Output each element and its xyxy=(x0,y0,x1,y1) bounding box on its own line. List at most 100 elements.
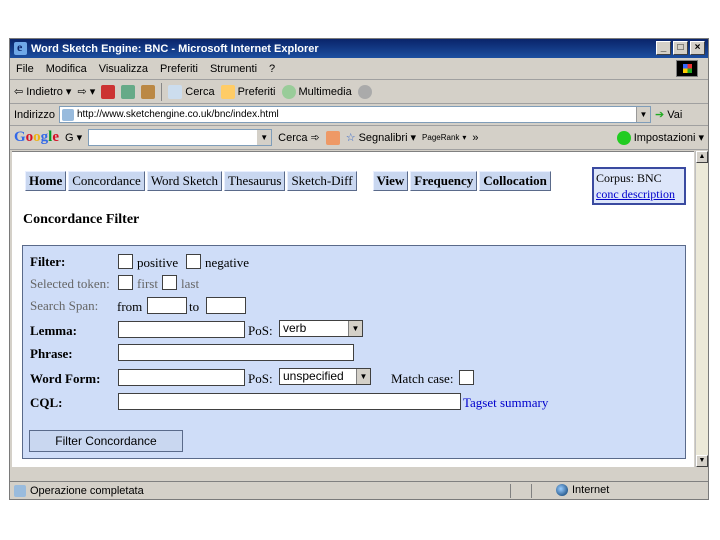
conc-description-link[interactable]: conc description xyxy=(596,186,682,202)
settings-button[interactable]: Impostazioni ▾ xyxy=(616,130,704,145)
windows-logo-icon xyxy=(676,60,698,77)
home-icon[interactable] xyxy=(141,84,156,99)
status-dividers xyxy=(510,484,532,498)
multimedia-icon xyxy=(281,84,296,99)
address-label: Indirizzo xyxy=(14,108,55,121)
wordform-pos-select[interactable]: unspecified ▼ xyxy=(279,368,371,385)
filter-label: Filter: xyxy=(30,254,66,269)
cql-label: CQL: xyxy=(30,395,63,410)
negative-radio[interactable] xyxy=(186,254,201,269)
nav-concordance[interactable]: Concordance xyxy=(68,171,145,191)
google-search-button[interactable]: Cerca ➾ xyxy=(278,131,320,145)
back-button[interactable]: ⇦ Indietro ▾ xyxy=(14,85,71,99)
nav-thesaurus[interactable]: Thesaurus xyxy=(224,171,286,191)
match-case-checkbox[interactable] xyxy=(459,370,474,385)
lemma-pos-label: PoS: xyxy=(248,323,273,338)
menu-bar: File Modifica Visualizza Preferiti Strum… xyxy=(10,58,708,80)
address-bar: Indirizzo http://www.sketchengine.co.uk/… xyxy=(10,104,708,126)
tagset-summary-link[interactable]: Tagset summary xyxy=(463,395,548,411)
ie-icon xyxy=(14,40,27,55)
menu-file[interactable]: File xyxy=(16,63,34,75)
scroll-up-icon[interactable]: ▲ xyxy=(696,151,708,163)
corpus-label: Corpus: BNC xyxy=(596,171,662,185)
vertical-scrollbar[interactable]: ▲ ▼ xyxy=(695,151,708,467)
positive-radio[interactable] xyxy=(118,254,133,269)
chevron-down-icon: ▼ xyxy=(356,369,370,384)
address-url: http://www.sketchengine.co.uk/bnc/index.… xyxy=(76,109,279,120)
nav-collocation[interactable]: Collocation xyxy=(479,171,551,191)
status-text: Operazione completata xyxy=(30,485,144,497)
go-arrow-icon: ➔ xyxy=(654,109,665,121)
status-bar: Operazione completata Internet xyxy=(10,481,708,500)
back-arrow-icon: ⇦ xyxy=(14,86,24,98)
popup-blocker-icon[interactable] xyxy=(325,130,340,145)
span-to-input[interactable] xyxy=(206,297,246,314)
settings-icon xyxy=(616,130,631,145)
google-search-dropdown-icon[interactable]: ▼ xyxy=(257,130,272,145)
pagerank-indicator: PageRank ▾ xyxy=(422,133,467,142)
google-logo: Google xyxy=(14,129,60,145)
page-title: Concordance Filter xyxy=(23,212,140,227)
forward-button[interactable]: ⇨ ▾ xyxy=(77,85,95,98)
first-label: first xyxy=(137,276,158,291)
to-label: to xyxy=(189,299,200,314)
negative-label: negative xyxy=(205,255,250,270)
security-zone: Internet xyxy=(556,484,609,496)
maximize-button[interactable]: □ xyxy=(673,41,688,55)
lemma-label: Lemma: xyxy=(30,323,77,338)
address-dropdown-icon[interactable]: ▼ xyxy=(635,107,650,122)
nav-view[interactable]: View xyxy=(372,171,409,191)
first-radio[interactable] xyxy=(118,275,133,290)
phrase-label: Phrase: xyxy=(30,346,73,361)
favorites-button[interactable]: Preferiti xyxy=(220,84,276,99)
favorites-icon xyxy=(220,84,235,99)
google-toolbar: Google G ▾ ▼ Cerca ➾ ☆ Segnalibri ▾ Page… xyxy=(10,126,708,150)
from-label: from xyxy=(117,299,143,314)
span-from-input[interactable] xyxy=(147,297,187,314)
stop-icon[interactable] xyxy=(101,84,116,99)
google-search-input[interactable]: ▼ xyxy=(88,129,273,146)
nav-home[interactable]: Home xyxy=(25,171,67,191)
history-icon[interactable] xyxy=(357,84,372,99)
more-chevron-icon[interactable]: » xyxy=(472,132,478,144)
close-button[interactable]: × xyxy=(690,41,705,55)
wordform-input[interactable] xyxy=(118,369,245,386)
main-nav: Home Concordance Word Sketch Thesaurus S… xyxy=(25,171,553,191)
search-span-label: Search Span: xyxy=(30,298,99,313)
google-menu-button[interactable]: G ▾ xyxy=(65,131,82,144)
menu-help[interactable]: ? xyxy=(269,63,275,75)
last-radio[interactable] xyxy=(162,275,177,290)
selected-token-label: Selected token: xyxy=(30,276,110,291)
menu-visualizza[interactable]: Visualizza xyxy=(99,63,148,75)
scroll-down-icon[interactable]: ▼ xyxy=(696,455,708,467)
corpus-info: Corpus: BNC conc description xyxy=(592,167,686,205)
globe-icon xyxy=(556,484,568,496)
last-label: last xyxy=(181,276,200,291)
nav-frequency[interactable]: Frequency xyxy=(410,171,478,191)
menu-modifica[interactable]: Modifica xyxy=(46,63,87,75)
go-button[interactable]: ➔ Vai xyxy=(654,108,682,122)
menu-strumenti[interactable]: Strumenti xyxy=(210,63,257,75)
nav-word-sketch[interactable]: Word Sketch xyxy=(146,171,223,191)
filter-concordance-button[interactable]: Filter Concordance xyxy=(29,430,183,452)
toolbar-divider xyxy=(161,82,163,101)
phrase-input[interactable] xyxy=(118,344,354,361)
title-bar: Word Sketch Engine: BNC - Microsoft Inte… xyxy=(10,39,708,58)
address-input[interactable]: http://www.sketchengine.co.uk/bnc/index.… xyxy=(58,106,651,123)
minimize-button[interactable]: _ xyxy=(656,41,671,55)
menu-preferiti[interactable]: Preferiti xyxy=(160,63,198,75)
bookmarks-button[interactable]: ☆ Segnalibri ▾ xyxy=(346,131,416,145)
wordform-label: Word Form: xyxy=(30,371,101,386)
nav-sketch-diff[interactable]: Sketch-Diff xyxy=(287,171,357,191)
refresh-icon[interactable] xyxy=(121,84,136,99)
cql-input[interactable] xyxy=(118,393,461,410)
window-title: Word Sketch Engine: BNC - Microsoft Inte… xyxy=(31,42,319,55)
lemma-pos-select[interactable]: verb ▼ xyxy=(279,320,363,337)
filter-form: Filter: positive negative Selected token… xyxy=(22,245,686,459)
page-status-icon xyxy=(14,485,26,497)
search-button[interactable]: Cerca xyxy=(168,84,215,99)
browser-window: Word Sketch Engine: BNC - Microsoft Inte… xyxy=(9,38,709,500)
lemma-input[interactable] xyxy=(118,321,245,338)
page-icon xyxy=(61,108,74,121)
multimedia-button[interactable]: Multimedia xyxy=(281,84,352,99)
